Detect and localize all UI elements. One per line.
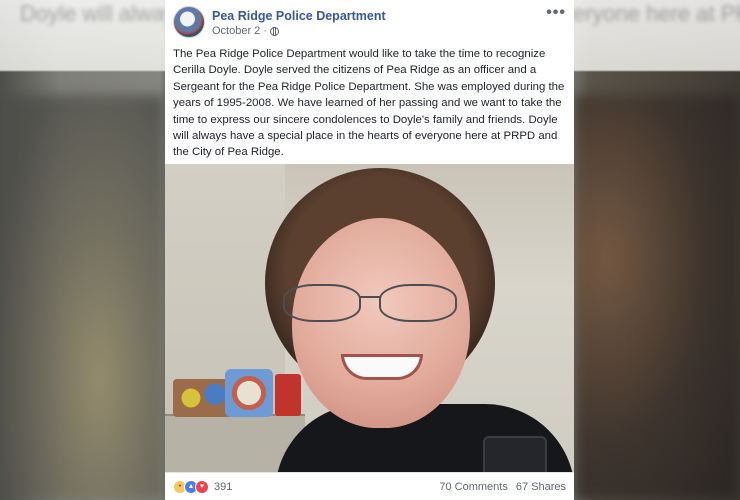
meta-separator: · bbox=[263, 25, 267, 37]
more-options-icon[interactable]: ••• bbox=[546, 4, 566, 22]
photo-smile bbox=[341, 354, 423, 380]
photo-toys bbox=[275, 374, 301, 416]
background-blur-left bbox=[0, 95, 165, 500]
reaction-count: 391 bbox=[214, 480, 233, 493]
globe-icon bbox=[269, 26, 279, 36]
photo-toys bbox=[225, 369, 273, 417]
reactions-summary[interactable]: • ▲ ♥ 391 bbox=[173, 479, 233, 494]
page-name-link[interactable]: Pea Ridge Police Department bbox=[212, 9, 386, 23]
comments-link[interactable]: 70 Comments bbox=[439, 481, 507, 493]
post-photo[interactable] bbox=[165, 164, 574, 472]
photo-glasses bbox=[283, 284, 473, 324]
photo-toys bbox=[173, 379, 233, 417]
post-meta: October 2 · bbox=[212, 25, 279, 37]
love-reaction-icon: ♥ bbox=[195, 479, 209, 494]
shares-link[interactable]: 67 Shares bbox=[516, 481, 566, 493]
background-blur-right bbox=[574, 95, 740, 500]
page-avatar[interactable] bbox=[173, 6, 205, 38]
post-date-link[interactable]: October 2 bbox=[212, 25, 260, 37]
post-text: The Pea Ridge Police Department would li… bbox=[173, 48, 565, 159]
post-header: Pea Ridge Police Department October 2 · … bbox=[165, 0, 574, 44]
facebook-post: Pea Ridge Police Department October 2 · … bbox=[165, 0, 574, 500]
post-footer: • ▲ ♥ 391 70 Comments 67 Shares bbox=[165, 472, 574, 500]
photo-radio bbox=[483, 436, 547, 472]
